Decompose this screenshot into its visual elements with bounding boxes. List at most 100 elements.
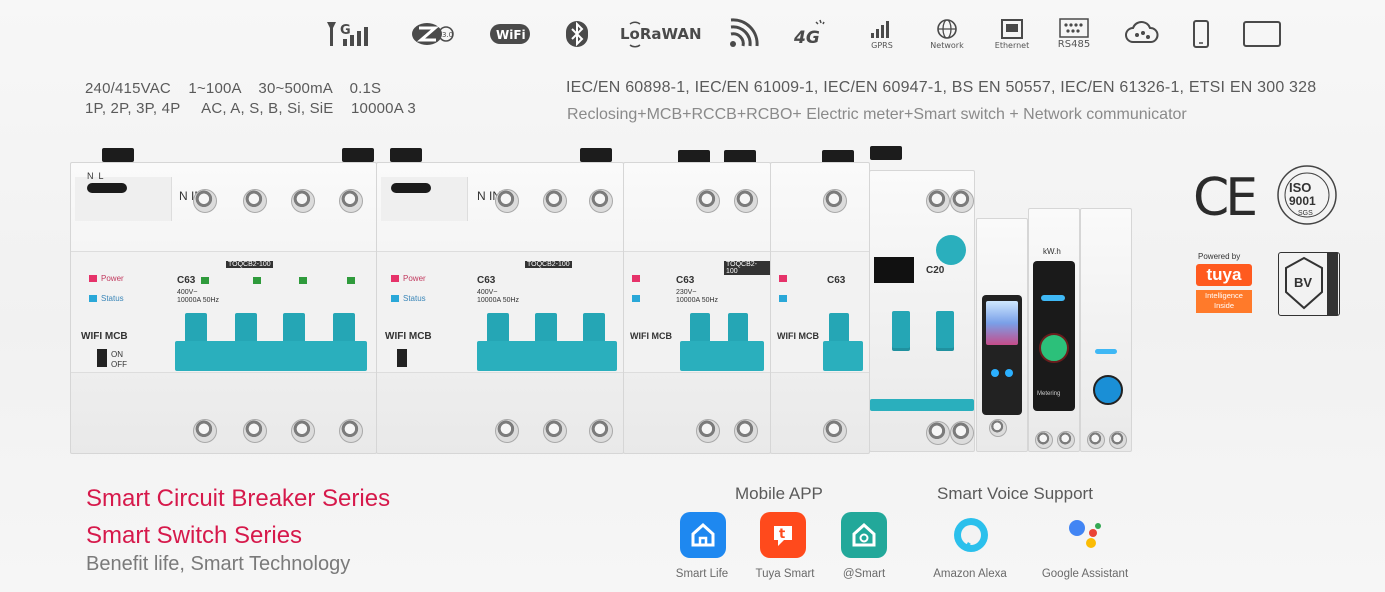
alexa-label: Amazon Alexa xyxy=(933,568,1007,580)
bv-badge: BV xyxy=(1278,252,1340,316)
rating-label: C63 xyxy=(827,275,846,286)
handle-bar[interactable] xyxy=(680,341,764,371)
at-smart-icon[interactable] xyxy=(841,512,887,558)
tuya-sub-label: Intelligence Inside xyxy=(1196,290,1252,313)
breaker-2p-wifi: WIFI MCB TOQCB2-100 C63 230V~ 10000A 50H… xyxy=(623,162,771,454)
tablet-icon xyxy=(1240,18,1284,54)
google-assistant-icon[interactable] xyxy=(1062,512,1108,558)
svg-text:G: G xyxy=(340,23,351,38)
google-assistant-label: Google Assistant xyxy=(1041,568,1129,580)
rating-label: C63 xyxy=(177,275,196,286)
power-label: Power xyxy=(403,274,426,283)
at-smart-label: @Smart xyxy=(842,568,886,580)
smart-switch-device xyxy=(1080,208,1132,452)
model-label: TOQCB2-100 xyxy=(525,261,572,268)
icn-label: 10000A 50Hz xyxy=(177,297,220,304)
wifi-caption: WiFi xyxy=(496,28,526,42)
ethernet-caption: Ethernet xyxy=(994,41,1030,50)
rating-label: C63 xyxy=(477,275,496,286)
tuya-badge: Powered by tuya Intelligence Inside xyxy=(1196,252,1256,316)
power-button[interactable] xyxy=(1093,375,1123,405)
sgs-label: SGS xyxy=(1298,210,1313,217)
reclosing-knob[interactable] xyxy=(936,235,966,265)
breaker-product-panel: N L N IN Power Status WIFI MCB ON OFF TO… xyxy=(70,140,1132,460)
metering-label: Metering xyxy=(1037,391,1061,397)
din-clip xyxy=(342,148,374,162)
rating-label: C63 xyxy=(676,275,695,286)
power-button[interactable] xyxy=(1039,333,1069,363)
wifi-mcb-label: WIFI MCB xyxy=(630,331,672,341)
spec-line-1: 240/415VAC 1~100A 30~500mA 0.1S xyxy=(85,80,382,97)
teal-strip xyxy=(870,399,974,411)
status-label: Status xyxy=(101,294,124,303)
handle-bar[interactable] xyxy=(175,341,367,371)
iso-9001-badge: ISO 9001 SGS xyxy=(1276,164,1338,226)
model-label: TOQCB2-100 xyxy=(226,261,273,268)
bluetooth-icon xyxy=(562,18,592,54)
breaker-1p-wifi: WIFI MCB C63 xyxy=(770,162,870,454)
meter-label: kW.h xyxy=(1043,247,1061,256)
tuya-powered-label: Powered by xyxy=(1198,252,1241,261)
wifi-mcb-label: WIFI MCB xyxy=(777,331,819,341)
iso-label: ISO xyxy=(1289,180,1312,195)
breaker-4p-wifi-2: N IN Power Status WIFI MCB TOQCB2-100 C6… xyxy=(376,162,624,454)
zigbee-icon: 3.0 xyxy=(410,18,456,54)
rating-c20-label: C20 xyxy=(926,265,945,276)
smart-life-icon[interactable] xyxy=(680,512,726,558)
voice-support-heading: Smart Voice Support xyxy=(937,484,1093,503)
smart-energy-meter: kW.h Metering xyxy=(1028,208,1080,452)
spec-line-2: 1P, 2P, 3P, 4P AC, A, S, B, Si, SiE 1000… xyxy=(85,100,416,117)
din-clip xyxy=(870,146,902,160)
voltage-label: 400V~ xyxy=(477,289,498,296)
svg-text:3.0: 3.0 xyxy=(442,31,453,39)
series-line-1: Smart Circuit Breaker Series xyxy=(86,485,391,512)
bv-label: BV xyxy=(1294,275,1313,290)
lorawan-caption: LoRaWAN xyxy=(620,25,702,43)
svg-text:t: t xyxy=(779,527,785,542)
tuya-smart-icon[interactable]: t xyxy=(760,512,806,558)
alexa-icon[interactable] xyxy=(948,512,994,558)
din-clip xyxy=(390,148,422,162)
wifi-mcb-label: WIFI MCB xyxy=(81,331,128,342)
din-clip xyxy=(102,148,134,162)
voltage-label: 400V~ xyxy=(177,289,198,296)
lorawan-icon: LoRaWAN xyxy=(618,18,702,54)
model-label: TOQCB2-100 xyxy=(724,261,770,275)
on-label: ON xyxy=(111,350,123,359)
breaker-c20-reclosing: C20 xyxy=(869,170,975,452)
network-icon: Network xyxy=(927,18,967,54)
gprs-icon: GPRS xyxy=(862,18,902,54)
handle-bar[interactable] xyxy=(477,341,617,371)
toggle-lever[interactable] xyxy=(892,311,910,351)
icn-label: 10000A 50Hz xyxy=(477,297,520,304)
series-line-2: Smart Switch Series xyxy=(86,522,303,549)
status-label: Status xyxy=(403,294,426,303)
n-l-label: N L xyxy=(87,171,104,181)
tagline: Benefit life, Smart Technology xyxy=(86,553,351,575)
off-label: OFF xyxy=(111,360,127,369)
power-label: Power xyxy=(101,274,124,283)
toggle-lever[interactable] xyxy=(936,311,954,351)
functions-text: Reclosing+MCB+RCCB+RCBO+ Electric meter+… xyxy=(567,106,1187,123)
standards-text: IEC/EN 60898-1, IEC/EN 61009-1, IEC/EN 6… xyxy=(566,79,1317,96)
wifi-mcb-label: WIFI MCB xyxy=(385,331,432,342)
wireless-signal-icon xyxy=(726,18,762,54)
voltage-label: 230V~ xyxy=(676,289,697,296)
iso-number: 9001 xyxy=(1289,194,1316,208)
handle-bar[interactable] xyxy=(823,341,863,371)
gprs-caption: GPRS xyxy=(871,41,893,50)
phone-icon xyxy=(1188,18,1214,54)
g-signal-icon: G xyxy=(322,18,382,54)
communication-icons-row: G 3.0 WiFi LoRaWAN 4G GPRS Network Ether… xyxy=(322,18,1292,58)
rs485-icon: RS485 xyxy=(1052,18,1096,54)
4g-caption: 4G xyxy=(793,28,820,48)
manual-switch[interactable] xyxy=(397,349,407,367)
network-caption: Network xyxy=(930,41,964,50)
tuya-logo: tuya xyxy=(1196,264,1252,286)
breaker-4p-wifi-1: N L N IN Power Status WIFI MCB ON OFF TO… xyxy=(70,162,377,454)
rs485-caption: RS485 xyxy=(1057,39,1091,50)
wifi-badge-icon: WiFi xyxy=(487,18,533,54)
4g-icon: 4G xyxy=(792,18,834,54)
smart-meter-display-device xyxy=(976,218,1028,452)
manual-switch[interactable] xyxy=(97,349,107,367)
